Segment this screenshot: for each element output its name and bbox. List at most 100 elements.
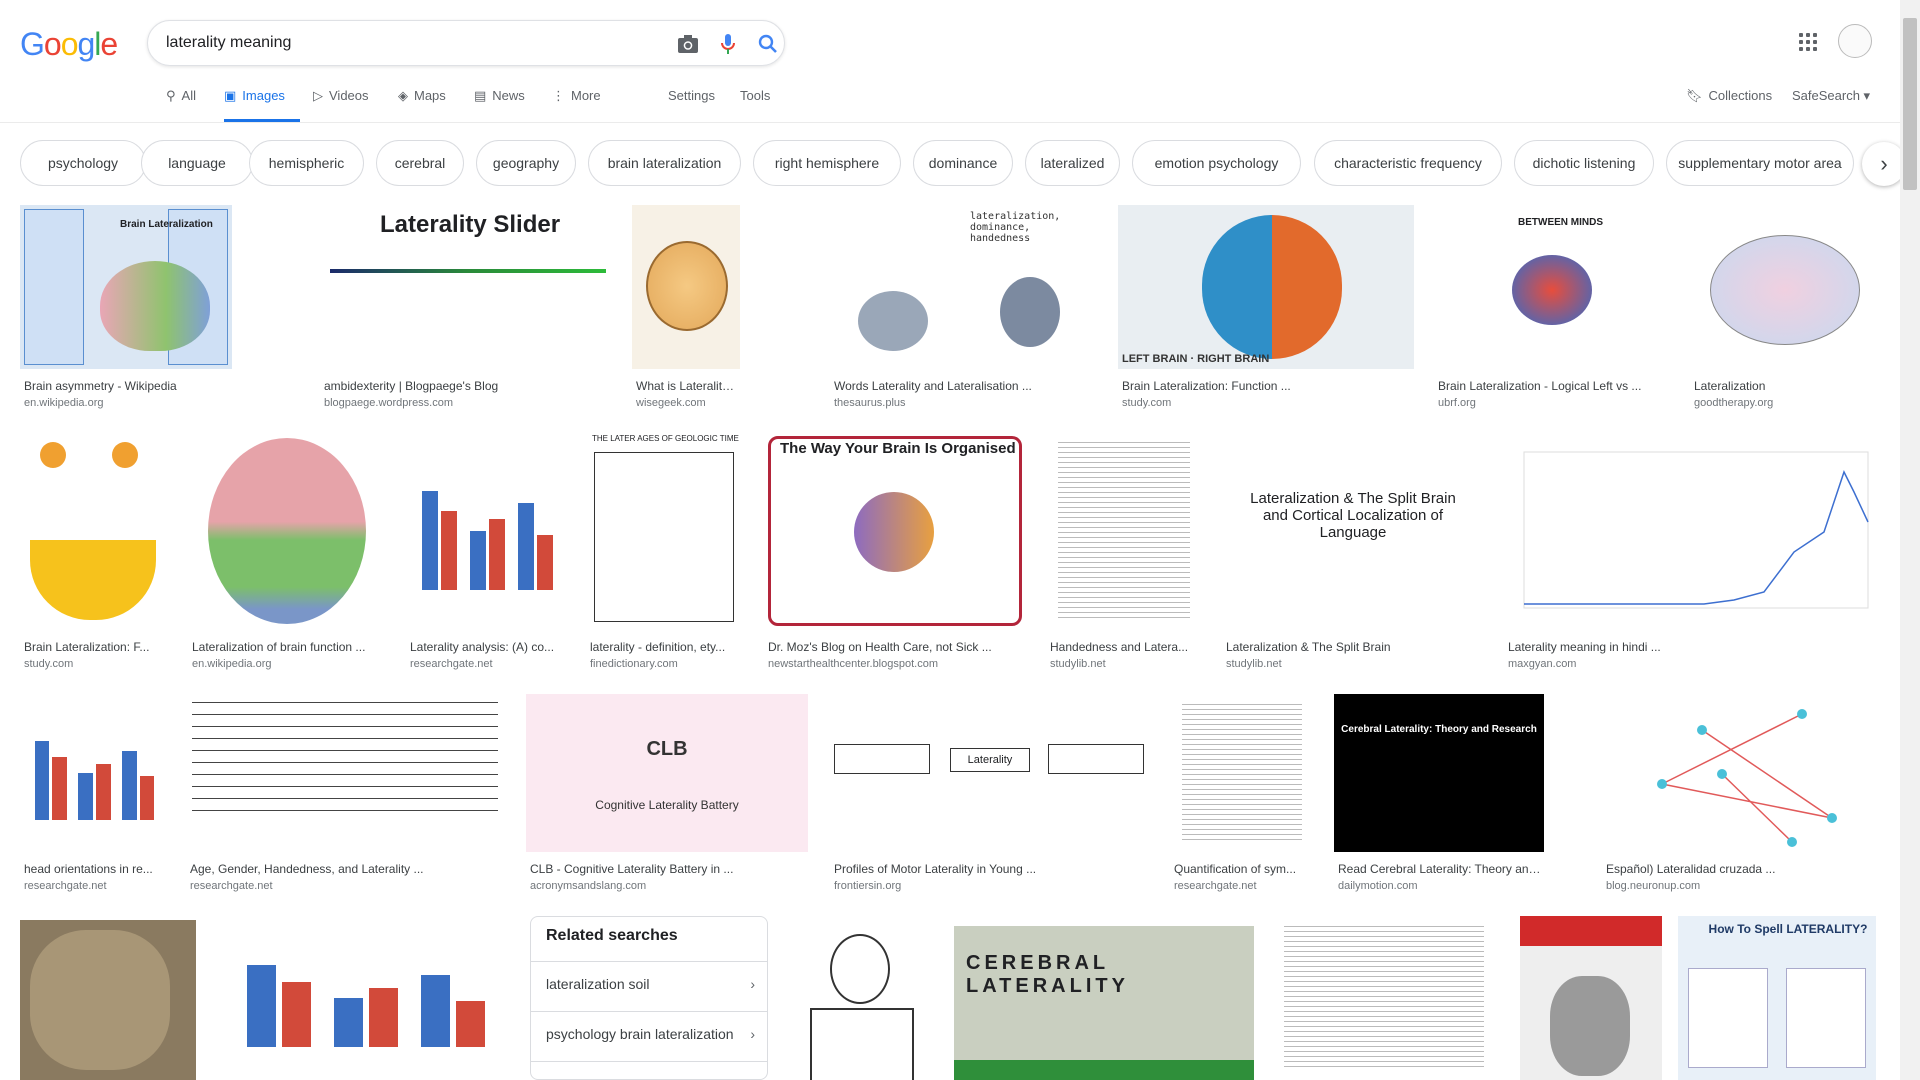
result-title[interactable]: Brain Lateralization - Logical Left vs .… [1438, 379, 1641, 393]
avatar[interactable] [1838, 24, 1872, 58]
thumb-text: Lateralization & The Split Brain and Cor… [1250, 490, 1456, 541]
result-thumbnail[interactable]: BETWEEN MINDS [1434, 205, 1670, 369]
result-thumbnail[interactable] [406, 432, 566, 630]
search-input[interactable] [166, 31, 636, 55]
result-thumbnail[interactable]: The Way Your Brain Is Organised [764, 432, 1026, 630]
result-thumbnail[interactable] [20, 432, 166, 630]
result-title[interactable]: Brain Lateralization: Function ... [1122, 379, 1291, 393]
result-title[interactable]: CLB - Cognitive Laterality Battery in ..… [530, 862, 733, 876]
result-thumbnail[interactable]: How To Spell LATERALITY? [1678, 916, 1876, 1080]
chip-item[interactable]: dominance [913, 140, 1013, 186]
result-thumbnail[interactable]: Cerebral Laterality: Theory and Research [1334, 694, 1544, 852]
chip-item[interactable]: right hemisphere [753, 140, 901, 186]
result-thumbnail[interactable]: CEREBRAL LATERALITY [954, 926, 1254, 1080]
result-source: wisegeek.com [636, 397, 706, 409]
result-thumbnail[interactable] [1520, 916, 1662, 1080]
apps-grid-icon[interactable] [1796, 30, 1820, 54]
result-thumbnail[interactable] [218, 916, 508, 1080]
result-source: study.com [1122, 397, 1172, 409]
result-thumbnail[interactable]: Laterality Slider [320, 205, 612, 369]
result-thumbnail[interactable] [1504, 432, 1878, 630]
tab-videos[interactable]: ▷ Videos [313, 88, 369, 122]
chip-item[interactable]: hemispheric [249, 140, 364, 186]
result-thumbnail[interactable]: Lateralization & The Split Brain and Cor… [1222, 432, 1484, 630]
tab-all[interactable]: ⚲ All [166, 88, 196, 122]
result-thumbnail[interactable] [188, 432, 386, 630]
news-icon: ▤ [474, 88, 487, 103]
chip-item[interactable]: language [141, 140, 253, 186]
chip-item[interactable]: cerebral [376, 140, 464, 186]
tab-more[interactable]: ⋮ More [552, 88, 601, 122]
result-title[interactable]: Age, Gender, Handedness, and Laterality … [190, 862, 423, 876]
result-thumbnail[interactable] [1690, 205, 1878, 369]
chip-item[interactable]: characteristic frequency [1314, 140, 1502, 186]
result-title[interactable]: Lateralization of brain function ... [192, 640, 365, 654]
chip-item[interactable]: psychology [20, 140, 146, 186]
result-title[interactable]: Español) Lateralidad cruzada ... [1606, 862, 1775, 876]
result-thumbnail[interactable] [20, 694, 166, 852]
safesearch-button[interactable]: SafeSearch ▾ [1792, 88, 1870, 122]
related-search-item[interactable]: lateralization soil › [531, 961, 767, 1011]
thumb-text: The Way Your Brain Is Organised [780, 440, 1016, 457]
result-thumbnail[interactable]: CLB Cognitive Laterality Battery [526, 694, 808, 852]
google-logo[interactable]: Google [20, 26, 118, 63]
tab-settings[interactable]: Settings [668, 88, 715, 122]
result-source: study.com [24, 658, 74, 670]
result-thumbnail[interactable] [1170, 694, 1314, 852]
result-title[interactable]: Dr. Moz's Blog on Health Care, not Sick … [768, 640, 992, 654]
result-title[interactable]: Brain Lateralization: F... [24, 640, 149, 654]
result-thumbnail[interactable]: LEFT BRAIN · RIGHT BRAIN [1118, 205, 1414, 369]
result-source: researchgate.net [190, 880, 273, 892]
related-search-item[interactable] [531, 1061, 767, 1079]
search-icon[interactable] [756, 32, 780, 56]
result-thumbnail[interactable]: Laterality [830, 694, 1148, 852]
chip-item[interactable]: lateralized [1025, 140, 1120, 186]
result-title[interactable]: Profiles of Motor Laterality in Young ..… [834, 862, 1036, 876]
chip-item[interactable]: supplementary motor area [1666, 140, 1854, 186]
result-thumbnail[interactable] [1046, 432, 1202, 630]
result-thumbnail[interactable] [20, 920, 196, 1080]
result-title[interactable]: Read Cerebral Laterality: Theory and ... [1338, 862, 1544, 876]
chip-item[interactable]: brain lateralization [588, 140, 741, 186]
result-title[interactable]: Quantification of sym... [1174, 862, 1296, 876]
collections-button[interactable]: 🔖︎ Collections [1686, 88, 1772, 122]
scrollbar-thumb[interactable] [1903, 18, 1917, 190]
result-title[interactable]: Words Laterality and Lateralisation ... [834, 379, 1032, 393]
result-title[interactable]: What is Laterality? (with pict... [636, 379, 740, 393]
result-title[interactable]: Laterality meaning in hindi ... [1508, 640, 1661, 654]
result-source: researchgate.net [24, 880, 107, 892]
result-source: researchgate.net [410, 658, 493, 670]
tab-maps[interactable]: ◈ Maps [398, 88, 446, 122]
microphone-icon[interactable] [716, 32, 740, 56]
result-thumbnail[interactable] [186, 694, 504, 852]
result-source: en.wikipedia.org [192, 658, 272, 670]
result-title[interactable]: Lateralization [1694, 379, 1765, 393]
tab-images[interactable]: ▣ Images [224, 88, 300, 122]
map-pin-icon: ◈ [398, 88, 408, 103]
result-thumbnail[interactable]: THE LATER AGES OF GEOLOGIC TIME [586, 432, 742, 630]
result-thumbnail[interactable]: lateralization, dominance, handedness [830, 205, 1098, 369]
tab-news[interactable]: ▤ News [474, 88, 525, 122]
chip-item[interactable]: dichotic listening [1514, 140, 1654, 186]
result-thumbnail[interactable] [632, 205, 740, 369]
result-thumbnail[interactable] [1272, 916, 1496, 1080]
result-title[interactable]: Lateralization & The Split Brain [1226, 640, 1391, 654]
result-title[interactable]: Laterality analysis: (A) co... [410, 640, 554, 654]
result-thumbnail[interactable]: Brain Lateralization [20, 205, 232, 369]
result-source: dailymotion.com [1338, 880, 1418, 892]
result-title[interactable]: Brain asymmetry - Wikipedia [24, 379, 177, 393]
result-title[interactable]: Handedness and Latera... [1050, 640, 1188, 654]
thumb-text: Laterality Slider [380, 211, 561, 238]
chip-item[interactable]: geography [476, 140, 576, 186]
tab-tools[interactable]: Tools [740, 88, 770, 122]
result-title[interactable]: head orientations in re... [24, 862, 153, 876]
result-title[interactable]: laterality - definition, ety... [590, 640, 725, 654]
result-thumbnail[interactable] [1602, 694, 1878, 852]
video-icon: ▷ [313, 88, 323, 103]
related-search-item[interactable]: psychology brain lateralization › [531, 1011, 767, 1061]
result-thumbnail[interactable] [790, 916, 934, 1080]
thumb-text: CEREBRAL LATERALITY [966, 952, 1129, 997]
result-title[interactable]: ambidexterity | Blogpaege's Blog [324, 379, 498, 393]
chip-item[interactable]: emotion psychology [1132, 140, 1301, 186]
camera-icon[interactable] [676, 32, 700, 56]
